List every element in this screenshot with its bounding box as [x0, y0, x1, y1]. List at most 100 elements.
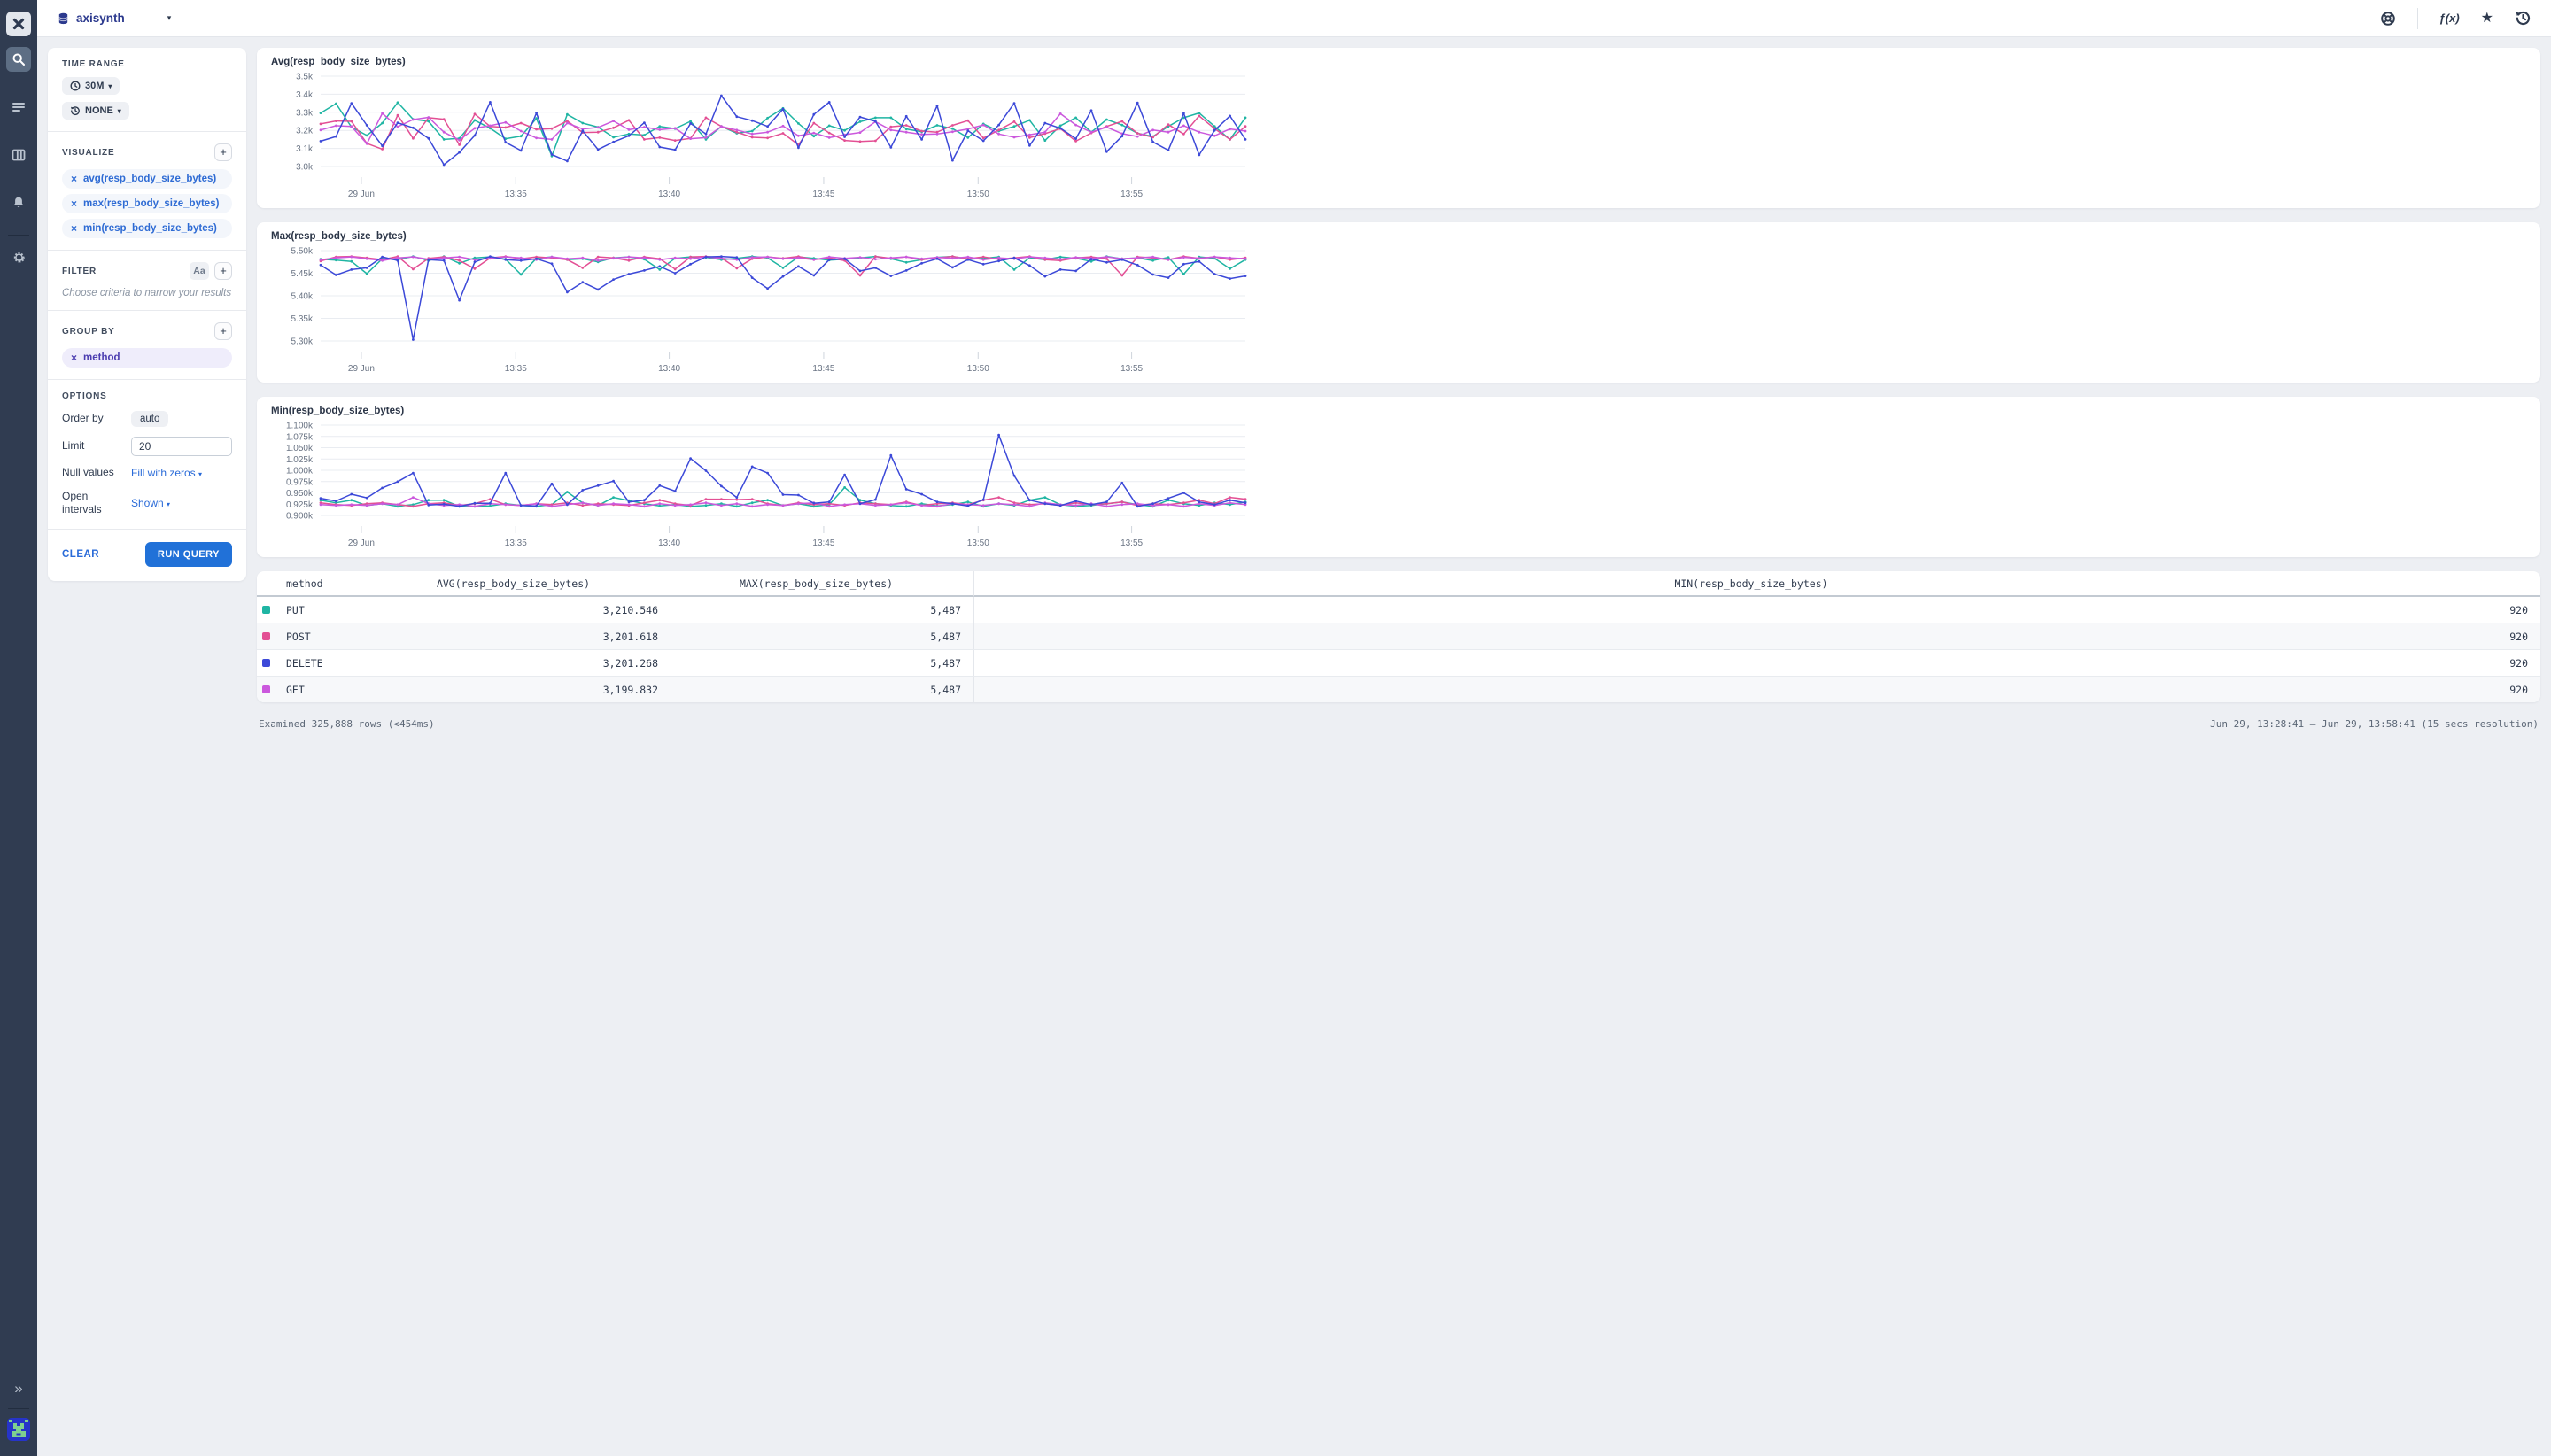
- series-color-swatch: [262, 606, 270, 614]
- svg-text:13:55: 13:55: [1120, 190, 1143, 199]
- bell-icon: [12, 196, 26, 210]
- time-range-duration-dropdown[interactable]: 30M ▾: [62, 77, 120, 95]
- open-intervals-label: Open intervals: [62, 490, 119, 517]
- visualize-chip-label: avg(resp_body_size_bytes): [83, 174, 216, 184]
- svg-text:13:35: 13:35: [505, 538, 527, 548]
- max-line-chart[interactable]: 5.50k5.45k5.40k5.35k5.30k29 Jun13:3513:4…: [271, 244, 2526, 381]
- svg-text:1.075k: 1.075k: [286, 432, 314, 442]
- derived-column-button[interactable]: ƒ(x): [2439, 12, 2460, 25]
- chevron-down-icon: ▾: [167, 500, 170, 508]
- svg-text:1.025k: 1.025k: [286, 455, 314, 465]
- dataset-picker[interactable]: axisynth ▾: [57, 12, 171, 26]
- svg-text:3.1k: 3.1k: [296, 144, 314, 154]
- query-builder-panel: TIME RANGE 30M ▾ NONE: [48, 48, 246, 581]
- help-button[interactable]: [2380, 11, 2396, 27]
- favorite-button[interactable]: ★: [2481, 12, 2493, 26]
- max-cell: 5,487: [671, 650, 974, 676]
- time-range-compare-dropdown[interactable]: NONE ▾: [62, 102, 129, 120]
- app-logo[interactable]: [6, 12, 31, 36]
- svg-text:13:45: 13:45: [812, 364, 834, 374]
- limit-label: Limit: [62, 439, 131, 453]
- svg-text:13:35: 13:35: [505, 364, 527, 374]
- table-row[interactable]: DELETE 3,201.268 5,487 920: [257, 650, 2540, 677]
- visualize-chip-max[interactable]: × max(resp_body_size_bytes): [62, 194, 232, 213]
- table-row[interactable]: PUT 3,210.546 5,487 920: [257, 597, 2540, 623]
- x-logo-icon: [11, 16, 27, 32]
- table-header-row: method AVG(resp_body_size_bytes) MAX(res…: [257, 571, 2540, 597]
- remove-icon[interactable]: ×: [71, 173, 77, 185]
- visualize-chip-min[interactable]: × min(resp_body_size_bytes): [62, 219, 232, 238]
- column-header-max[interactable]: MAX(resp_body_size_bytes): [671, 571, 974, 597]
- remove-icon[interactable]: ×: [71, 222, 77, 235]
- series-color-swatch: [262, 659, 270, 667]
- rail-divider: [8, 235, 29, 236]
- query-actions: CLEAR RUN QUERY: [48, 530, 246, 581]
- series-color-swatch: [262, 685, 270, 693]
- pixel-avatar-icon: [7, 1418, 30, 1441]
- rail-divider-bottom: [8, 1408, 29, 1409]
- chart-title: Max(resp_body_size_bytes): [271, 231, 2526, 242]
- svg-text:13:45: 13:45: [812, 190, 834, 199]
- column-header-avg[interactable]: AVG(resp_body_size_bytes): [368, 571, 671, 597]
- remove-icon[interactable]: ×: [71, 352, 77, 364]
- collapse-rail-button[interactable]: »: [14, 1381, 22, 1396]
- table-row[interactable]: GET 3,199.832 5,487 920: [257, 677, 2540, 702]
- svg-text:5.40k: 5.40k: [291, 292, 314, 302]
- remove-icon[interactable]: ×: [71, 197, 77, 210]
- add-visualization-button[interactable]: +: [214, 143, 232, 161]
- board-columns-icon: [12, 148, 26, 162]
- visualize-chip-label: min(resp_body_size_bytes): [83, 223, 217, 234]
- user-avatar[interactable]: [7, 1418, 30, 1445]
- order-by-value[interactable]: auto: [131, 411, 168, 427]
- min-line-chart[interactable]: 1.100k1.075k1.050k1.025k1.000k0.975k0.95…: [271, 418, 2526, 555]
- run-query-button[interactable]: RUN QUERY: [145, 542, 232, 567]
- nav-query-button[interactable]: [6, 47, 31, 72]
- null-values-dropdown[interactable]: Fill with zeros ▾: [131, 467, 202, 479]
- svg-text:13:50: 13:50: [967, 364, 989, 374]
- add-group-by-button[interactable]: +: [214, 322, 232, 340]
- history-button[interactable]: [2515, 10, 2532, 27]
- table-row[interactable]: POST 3,201.618 5,487 920: [257, 623, 2540, 650]
- time-range-label: TIME RANGE: [62, 59, 232, 69]
- group-by-chip-method[interactable]: × method: [62, 348, 232, 368]
- svg-text:29 Jun: 29 Jun: [348, 538, 375, 548]
- nav-boards-button[interactable]: [6, 143, 31, 167]
- svg-text:0.975k: 0.975k: [286, 477, 314, 487]
- svg-text:13:50: 13:50: [967, 538, 989, 548]
- svg-text:29 Jun: 29 Jun: [348, 190, 375, 199]
- case-sensitivity-button[interactable]: Aa: [190, 262, 209, 280]
- dataset-name: axisynth: [76, 12, 125, 25]
- svg-text:1.000k: 1.000k: [286, 467, 314, 476]
- svg-text:13:45: 13:45: [812, 538, 834, 548]
- search-icon: [12, 52, 26, 66]
- null-values-label: Null values: [62, 466, 131, 480]
- chart-card-avg: Avg(resp_body_size_bytes) 3.5k3.4k3.3k3.…: [257, 48, 2540, 208]
- list-lines-icon: [12, 100, 26, 114]
- clear-button[interactable]: CLEAR: [62, 549, 99, 560]
- chevron-down-icon: ▾: [108, 82, 112, 90]
- column-header-method[interactable]: method: [275, 571, 368, 597]
- options-section: OPTIONS Order by auto Limit Null values …: [48, 380, 246, 529]
- column-header-min[interactable]: MIN(resp_body_size_bytes): [974, 571, 2540, 597]
- svg-text:0.950k: 0.950k: [286, 489, 314, 499]
- series-swatch-cell: [257, 677, 275, 702]
- limit-input[interactable]: [131, 437, 232, 456]
- time-window-status: Jun 29, 13:28:41 — Jun 29, 13:58:41 (15 …: [2210, 718, 2539, 730]
- chevron-down-icon: ▾: [167, 13, 172, 23]
- rows-examined-status: Examined 325,888 rows (<454ms): [259, 718, 435, 730]
- open-intervals-dropdown[interactable]: Shown ▾: [131, 497, 170, 509]
- nav-settings-button[interactable]: [6, 244, 31, 269]
- top-bar-separator: [2417, 8, 2418, 29]
- nav-alerts-button[interactable]: [6, 190, 31, 215]
- time-range-compare-value: NONE: [85, 105, 113, 116]
- nav-queries-button[interactable]: [6, 95, 31, 120]
- method-cell: DELETE: [275, 650, 368, 676]
- avg-line-chart[interactable]: 3.5k3.4k3.3k3.2k3.1k3.0k29 Jun13:3513:40…: [271, 69, 2526, 206]
- time-range-section: TIME RANGE 30M ▾ NONE: [48, 48, 246, 131]
- order-by-label: Order by: [62, 412, 131, 426]
- options-label: OPTIONS: [62, 391, 232, 401]
- swatch-header-cell: [257, 571, 275, 597]
- visualize-chip-avg[interactable]: × avg(resp_body_size_bytes): [62, 169, 232, 189]
- method-cell: GET: [275, 677, 368, 702]
- add-filter-button[interactable]: +: [214, 262, 232, 280]
